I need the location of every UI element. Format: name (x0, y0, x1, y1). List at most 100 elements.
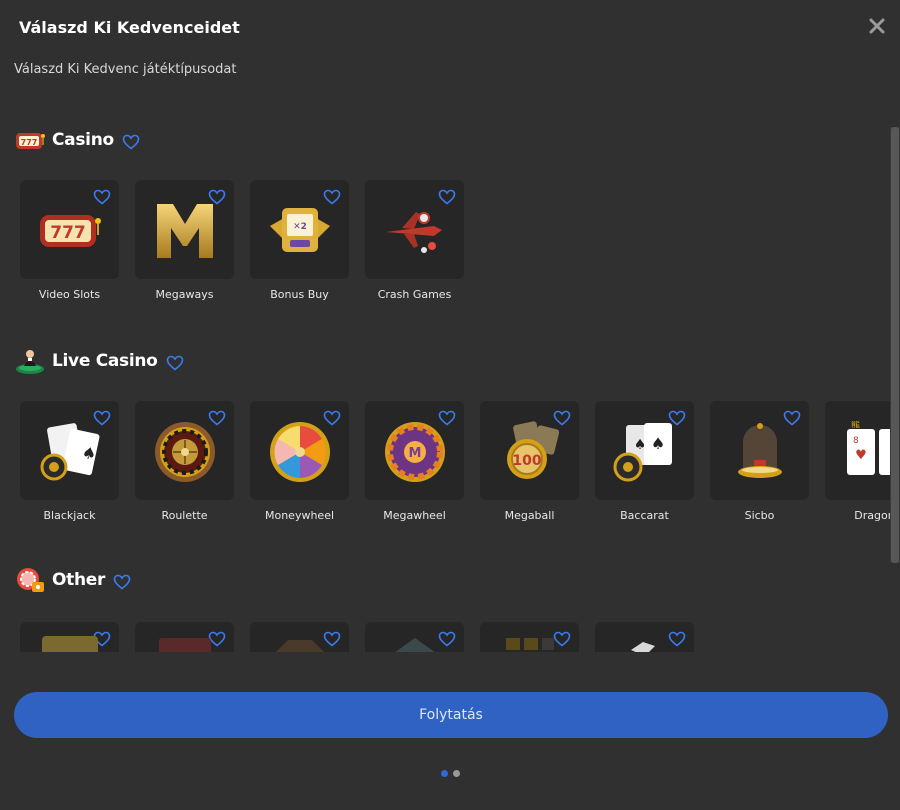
svg-text:✕2: ✕2 (293, 222, 307, 232)
category-tile-video-slots[interactable]: 777 Video Slots (20, 180, 119, 301)
board-icon (394, 638, 435, 652)
heart-icon[interactable] (166, 355, 184, 371)
heart-icon[interactable] (783, 410, 801, 426)
table-icon (275, 640, 324, 652)
tile-card (250, 622, 349, 652)
svg-text:8: 8 (853, 436, 859, 446)
tile-label: Megawheel (383, 509, 446, 522)
heart-icon[interactable] (323, 189, 341, 205)
section-title: Casino (52, 130, 114, 150)
category-tile-megawheel[interactable]: M Megawheel (365, 401, 464, 522)
tile-label: Crash Games (377, 288, 452, 301)
slot-777-icon: 777 (39, 215, 101, 248)
bonus-buy-icon: ✕2 (269, 208, 330, 253)
slot-reels-icon (158, 638, 211, 652)
tile-card (365, 180, 464, 279)
tile-card: ♠ (20, 401, 119, 500)
dice-icon (630, 642, 655, 652)
category-tile-bonus-buy[interactable]: ✕2 Bonus Buy (250, 180, 349, 301)
category-tile-other-5[interactable] (480, 622, 579, 652)
tile-card: M (365, 401, 464, 500)
tile-label: Baccarat (620, 509, 669, 522)
tile-label: Moneywheel (264, 509, 335, 522)
mega-wheel-icon: M (384, 422, 445, 483)
pagination-dot[interactable] (453, 770, 460, 777)
category-tile-blackjack[interactable]: ♠ Blackjack (20, 401, 119, 522)
tile-card (20, 622, 119, 652)
category-tile-other-6[interactable] (595, 622, 694, 652)
tile-label: Bonus Buy (270, 288, 329, 301)
tile-label: Megaball (504, 509, 555, 522)
plane-icon (385, 212, 442, 254)
continue-button[interactable]: Folytatás (14, 692, 888, 738)
gold-m-icon (156, 204, 213, 259)
bingo-icon (505, 638, 554, 650)
category-tile-dragon[interactable]: 8 ♥ 龍 Dragon (825, 401, 890, 522)
category-tile-baccarat[interactable]: ♠ ♠ Baccarat (595, 401, 694, 522)
baccarat-cards-icon: ♠ ♠ (613, 423, 672, 482)
tile-label: Roulette (161, 509, 208, 522)
category-tile-megaball[interactable]: 100 Megaball (480, 401, 579, 522)
dealer-icon (16, 350, 44, 374)
heart-icon[interactable] (93, 189, 111, 205)
svg-text:龍: 龍 (851, 421, 860, 430)
favorites-modal: Válaszd Ki Kedvenceidet Válaszd Ki Kedve… (0, 0, 900, 810)
tile-label: Megaways (155, 288, 214, 301)
tile-card (365, 622, 464, 652)
tile-card (135, 180, 234, 279)
sicbo-dome-icon (737, 423, 782, 479)
heart-icon[interactable] (122, 134, 140, 150)
pagination-dot-active[interactable] (441, 770, 448, 777)
svg-text:♠: ♠ (80, 443, 98, 465)
category-tile-moneywheel[interactable]: Moneywheel (250, 401, 349, 522)
svg-text:100: 100 (512, 453, 541, 469)
tile-card (135, 401, 234, 500)
other-games-icon (17, 568, 44, 592)
megaball-icon: 100 (506, 421, 559, 480)
svg-text:♠: ♠ (633, 437, 646, 453)
section-header: 777 Casino (14, 126, 140, 154)
scrollbar-thumb[interactable] (891, 127, 899, 563)
svg-text:777: 777 (21, 138, 38, 147)
tile-card: ♠ ♠ (595, 401, 694, 500)
slot-icon (41, 636, 98, 652)
section-title: Live Casino (52, 351, 158, 371)
category-tile-other-3[interactable] (250, 622, 349, 652)
tile-label: Dragon (854, 509, 890, 522)
tile-card (250, 401, 349, 500)
section-header: Other (14, 566, 131, 594)
tile-label: Sicbo (744, 509, 775, 522)
tile-card (135, 622, 234, 652)
category-tile-crash-games[interactable]: Crash Games (365, 180, 464, 301)
money-wheel-icon (269, 422, 330, 483)
tile-label: Blackjack (43, 509, 96, 522)
tile-card (710, 401, 809, 500)
close-icon[interactable] (868, 17, 886, 35)
modal-subtitle: Válaszd Ki Kedvenc játéktípusodat (14, 62, 237, 77)
modal-title: Válaszd Ki Kedvenceidet (19, 18, 240, 37)
section-title: Other (52, 570, 106, 590)
pagination-dots (441, 770, 460, 777)
heart-icon[interactable] (438, 189, 456, 205)
dragon-cards-icon: 8 ♥ 龍 (846, 421, 890, 476)
category-tile-megaways[interactable]: Megaways (135, 180, 234, 301)
roulette-wheel-icon (154, 422, 215, 483)
category-tile-other-4[interactable] (365, 622, 464, 652)
category-tile-roulette[interactable]: Roulette (135, 401, 234, 522)
category-tile-sicbo[interactable]: Sicbo (710, 401, 809, 522)
tile-card (595, 622, 694, 652)
svg-text:♥: ♥ (855, 448, 867, 463)
category-tile-other-1[interactable] (20, 622, 119, 652)
categories-scroll-area[interactable]: 777 Casino 777 Video Slots Megaways ✕2 B… (0, 110, 890, 652)
tile-label: Video Slots (38, 288, 101, 301)
section-header: Live Casino (14, 347, 184, 375)
heart-icon[interactable] (113, 574, 131, 590)
blackjack-cards-icon: ♠ (40, 423, 99, 481)
category-tile-other-2[interactable] (135, 622, 234, 652)
tile-card: 777 (20, 180, 119, 279)
svg-text:♠: ♠ (650, 434, 664, 453)
svg-text:M: M (408, 446, 421, 461)
tile-card: 100 (480, 401, 579, 500)
tile-card: 8 ♥ 龍 (825, 401, 890, 500)
tile-card (480, 622, 579, 652)
